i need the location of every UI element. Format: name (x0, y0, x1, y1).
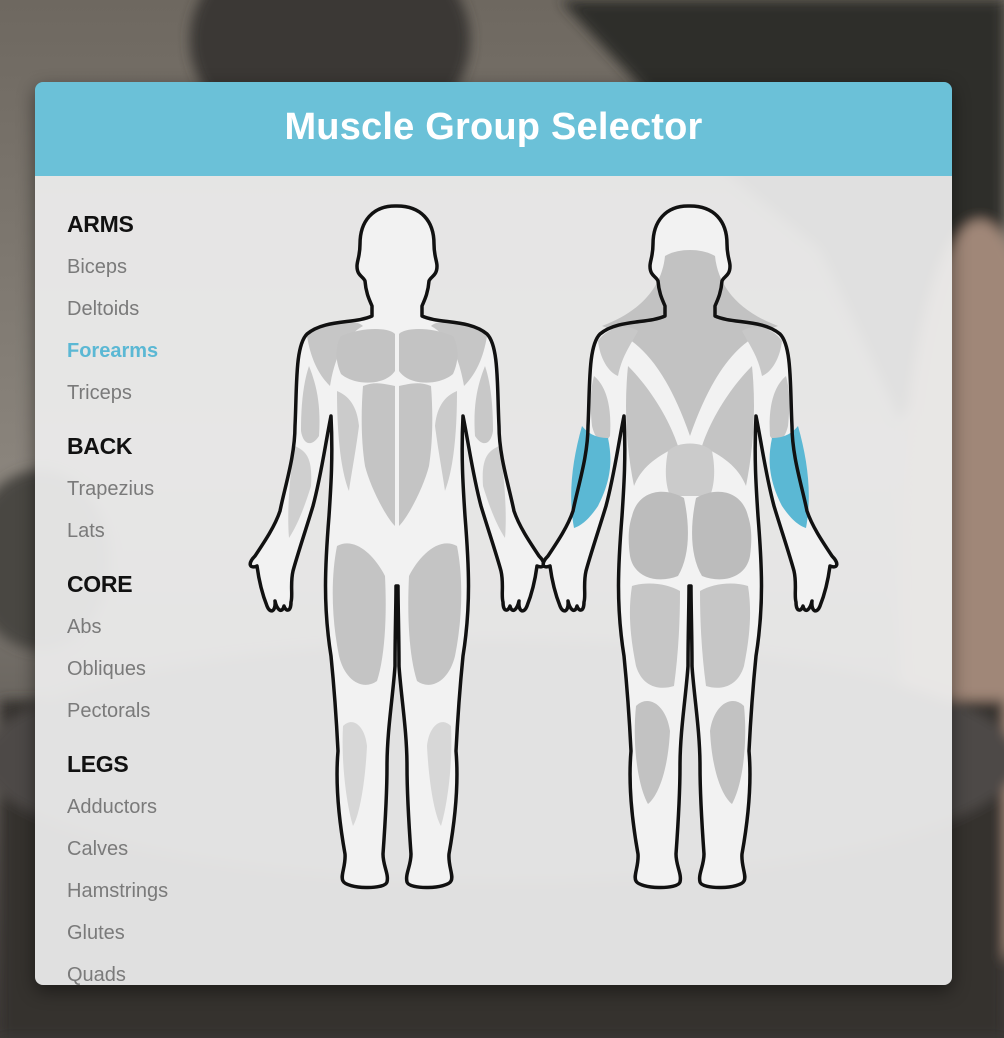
page-title: Muscle Group Selector (284, 105, 703, 148)
back-calves (634, 700, 746, 804)
back-body-figure (541, 204, 839, 890)
muscle-item-glutes[interactable]: Glutes (67, 912, 287, 954)
muscle-selector-card: Muscle Group Selector ARMS Biceps Deltoids… (35, 82, 952, 985)
body-diagram (248, 204, 839, 890)
front-body-figure (248, 204, 546, 890)
card-header: Muscle Group Selector (35, 82, 952, 176)
card-body: ARMS Biceps Deltoids Forearms Triceps BACK Tra… (35, 176, 952, 985)
muscle-item-quads[interactable]: Quads (67, 954, 287, 985)
lower-back (665, 443, 715, 496)
